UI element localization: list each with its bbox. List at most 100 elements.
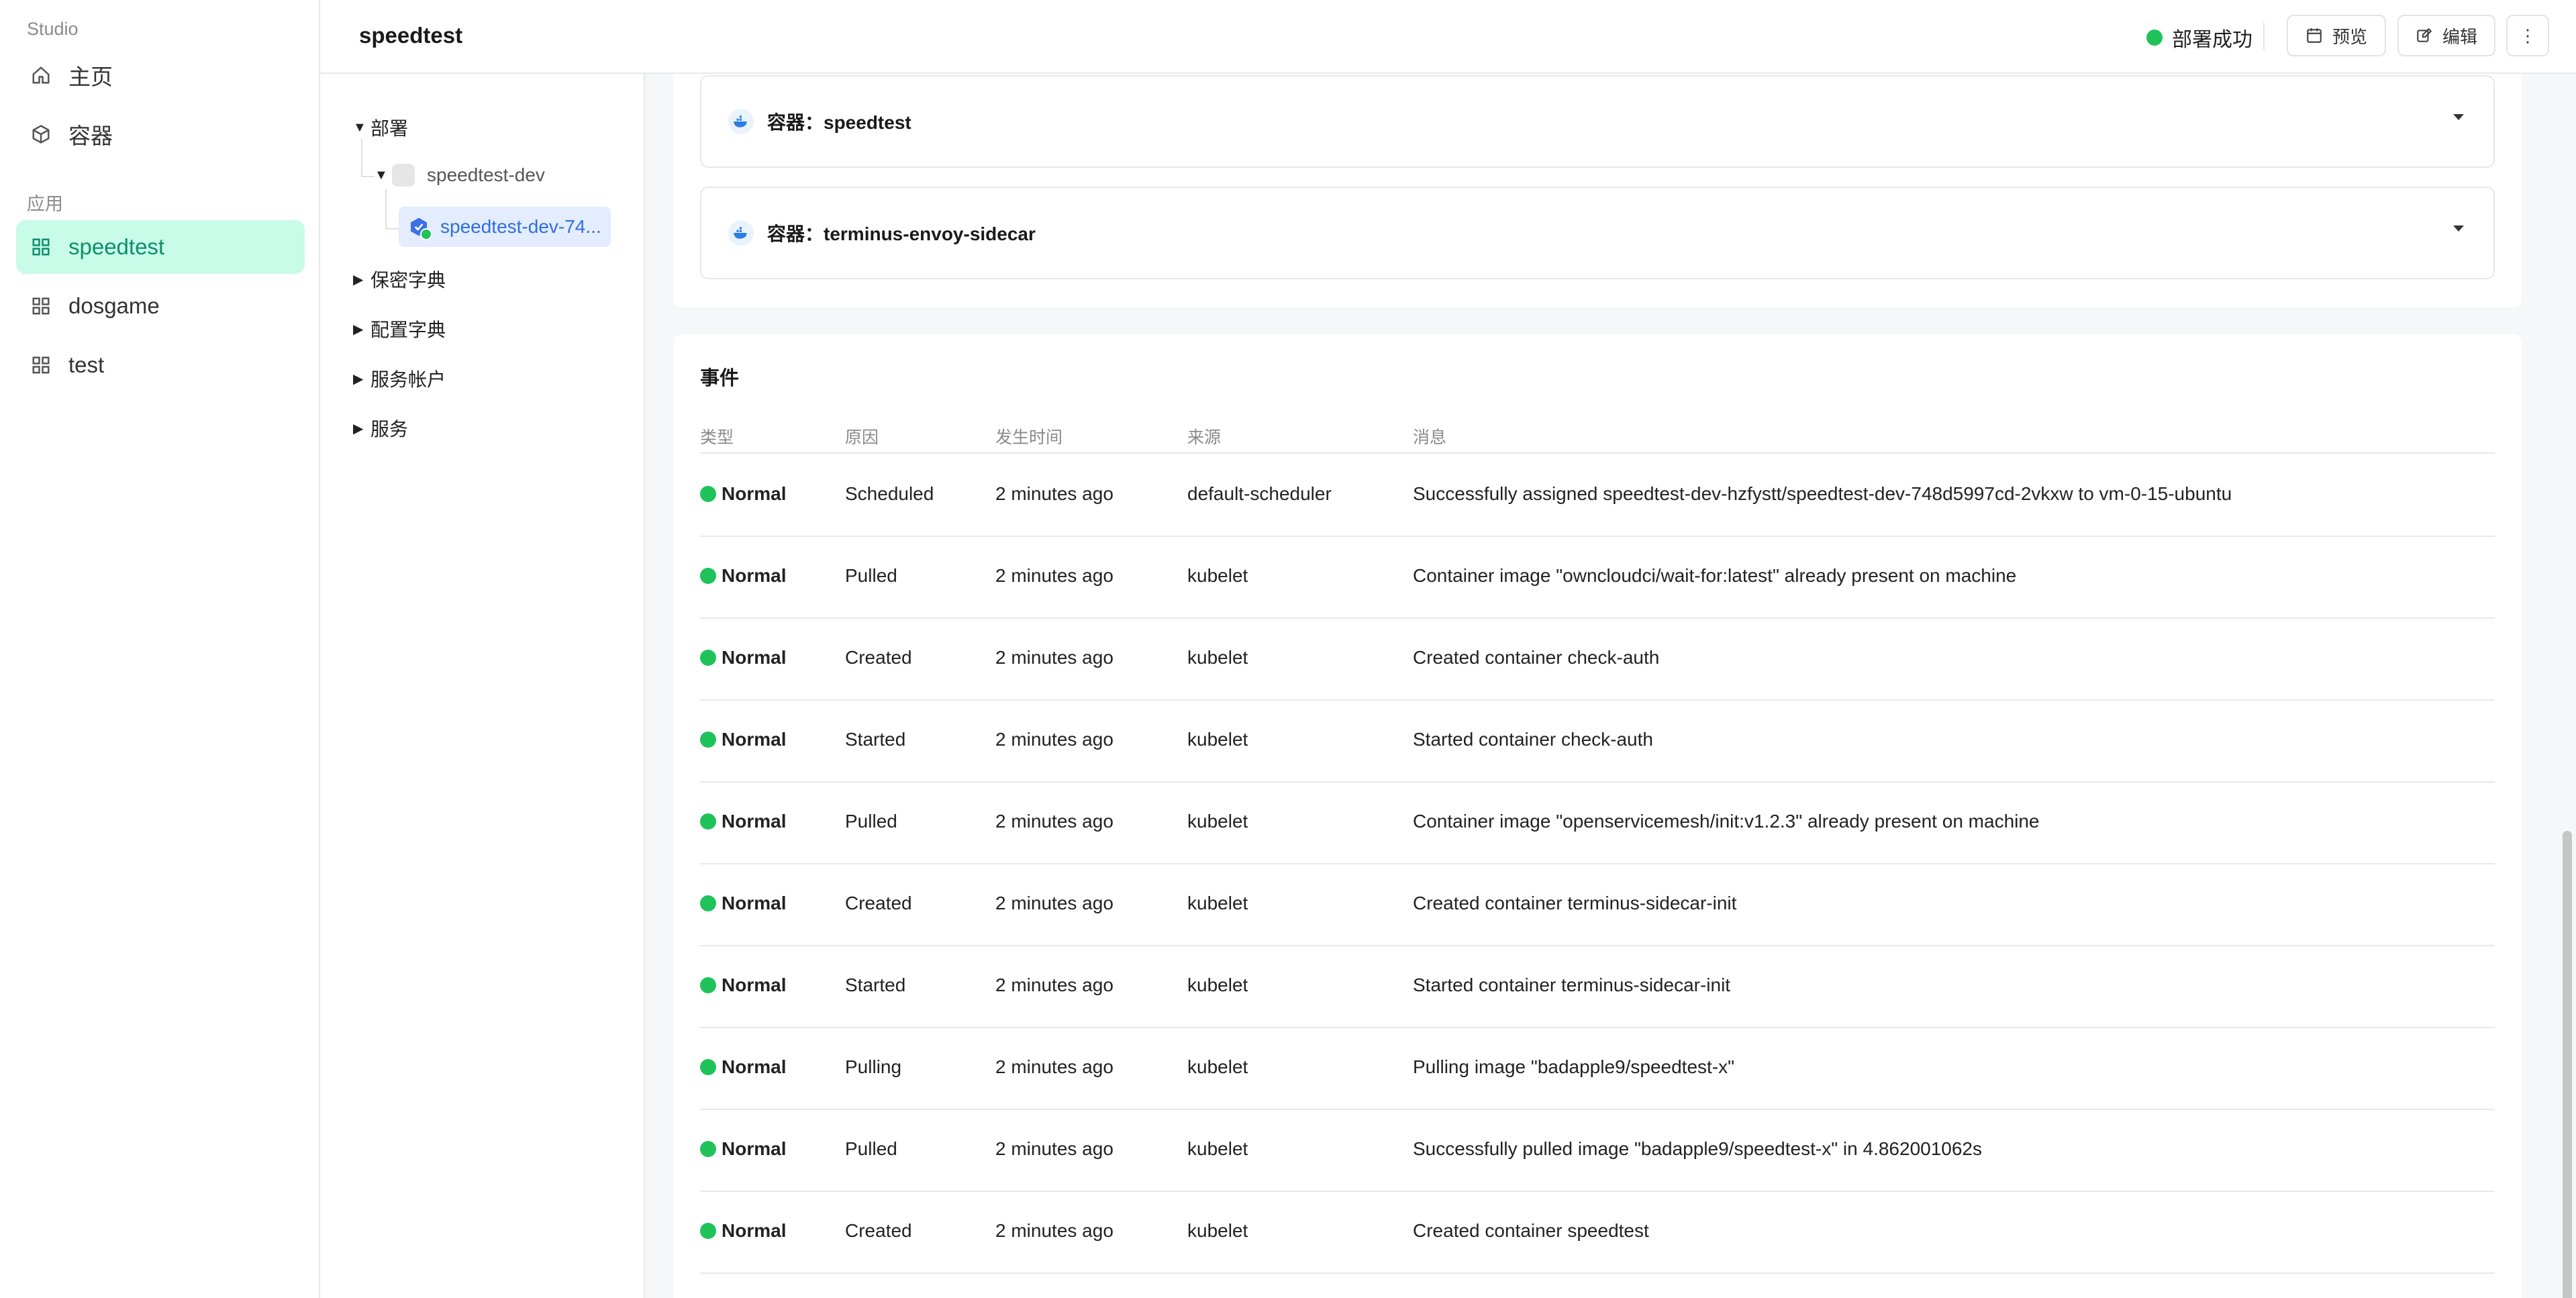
docker-icon	[728, 220, 754, 246]
table-row: Normal Pulled 2 minutes ago kubelet Containe…	[700, 536, 2495, 619]
grid-icon	[31, 355, 51, 375]
event-message: Created container check-auth	[1413, 647, 1660, 668]
edit-label: 编辑	[2442, 26, 2477, 47]
grid-icon	[31, 237, 51, 257]
tree-guide-line	[385, 228, 399, 230]
nav-item-label: 容器	[68, 123, 113, 148]
status-text: 部署成功	[2172, 29, 2252, 51]
grid-icon	[31, 296, 51, 316]
nav-item-containers[interactable]: 容器	[16, 107, 305, 161]
table-row: Normal Pulling 2 minutes ago kubelet Pulling…	[700, 1027, 2495, 1110]
tree-node-label: speedtest-dev	[427, 164, 545, 185]
apps-section-label: 应用	[27, 194, 63, 214]
tree-node-secrets[interactable]: ▶ 保密字典	[353, 266, 446, 293]
deploy-status: 部署成功	[2146, 23, 2252, 52]
event-time: 2 minutes ago	[995, 1138, 1113, 1159]
column-header-source: 来源	[1187, 428, 1222, 447]
preview-button[interactable]: 预览	[2287, 15, 2386, 56]
tree-node-configmaps[interactable]: ▶ 配置字典	[353, 315, 446, 342]
calendar-icon	[2307, 28, 2322, 43]
deployment-icon	[392, 164, 415, 187]
event-source: kubelet	[1187, 893, 1248, 913]
event-time: 2 minutes ago	[995, 565, 1113, 586]
table-row: Normal Started 2 minutes ago kubelet Started…	[700, 699, 2495, 783]
containers-card: 容器：speedtest 容器：terminus-envoy-sidecar	[673, 74, 2522, 307]
tree-node-services[interactable]: ▶ 服务	[353, 415, 408, 442]
event-time: 2 minutes ago	[995, 1220, 1113, 1241]
chevron-down-icon[interactable]	[2453, 226, 2464, 232]
event-type-label: Normal	[722, 975, 787, 995]
app-item-dosgame[interactable]: dosgame	[16, 279, 305, 333]
chevron-down-icon[interactable]	[2453, 114, 2464, 120]
event-source: kubelet	[1187, 729, 1248, 750]
event-type-label: Normal	[722, 647, 787, 668]
table-row: Normal Started 2 minutes ago kubelet Started…	[700, 945, 2495, 1028]
tree-guide-line	[385, 189, 387, 228]
app-item-speedtest[interactable]: speedtest	[16, 220, 305, 274]
table-row: Normal Scheduled 2 minutes ago default-sche…	[700, 454, 2495, 537]
tree-node-pod[interactable]: speedtest-dev-74...	[399, 207, 611, 247]
event-message: Started container check-auth	[1413, 729, 1653, 750]
event-time: 2 minutes ago	[995, 811, 1113, 832]
events-title: 事件	[700, 368, 740, 389]
nav-item-home[interactable]: 主页	[16, 48, 305, 102]
table-row: Normal Pulled 2 minutes ago kubelet Successf…	[700, 1109, 2495, 1192]
event-reason: Pulled	[845, 811, 897, 832]
event-source: kubelet	[1187, 647, 1248, 668]
column-header-reason: 原因	[845, 428, 879, 447]
table-row: Normal Created 2 minutes ago kubelet Created…	[700, 617, 2495, 701]
scrollbar-thumb[interactable]	[2563, 831, 2572, 1298]
event-time: 2 minutes ago	[995, 893, 1113, 913]
container-row-speedtest[interactable]: 容器：speedtest	[700, 75, 2495, 168]
edit-button[interactable]: 编辑	[2397, 15, 2495, 56]
pod-status-dot	[420, 228, 432, 240]
event-reason: Pulling	[845, 1056, 902, 1077]
tree-node-label: 服务	[370, 419, 409, 440]
events-table-header: 类型 原因 发生时间 来源 消息	[700, 424, 2495, 454]
event-source: kubelet	[1187, 975, 1248, 995]
status-dot-icon	[700, 1141, 716, 1157]
event-message: Container image "openservicemesh/init:v1…	[1413, 811, 2040, 832]
event-source: default-scheduler	[1187, 483, 1332, 504]
status-dot-icon	[700, 486, 716, 502]
pod-icon	[408, 216, 432, 240]
caret-down-icon: ▼	[375, 167, 388, 183]
event-type-label: Normal	[722, 483, 787, 504]
event-reason: Created	[845, 647, 912, 668]
event-type-label: Normal	[722, 729, 787, 750]
status-dot-icon	[700, 568, 716, 584]
brand-label: Studio	[27, 19, 79, 39]
more-button[interactable]: ⋮	[2506, 15, 2549, 56]
status-dot-icon	[2146, 30, 2163, 46]
event-type-label: Normal	[722, 1056, 787, 1077]
app-item-label: dosgame	[68, 293, 160, 318]
event-type-label: Normal	[722, 811, 787, 832]
event-source: kubelet	[1187, 1056, 1248, 1077]
event-time: 2 minutes ago	[995, 647, 1113, 668]
tree-node-label: speedtest-dev-74...	[440, 216, 601, 237]
event-message: Started container terminus-sidecar-init	[1413, 975, 1731, 995]
event-type-label: Normal	[722, 1138, 787, 1159]
tree-node-label: 服务帐户	[370, 369, 446, 390]
caret-right-icon: ▶	[353, 272, 364, 287]
status-dot-icon	[700, 1059, 716, 1075]
tree-node-label: 配置字典	[370, 319, 446, 340]
tree-node-service-accounts[interactable]: ▶ 服务帐户	[353, 365, 446, 392]
tree-guide-line	[361, 138, 362, 176]
event-time: 2 minutes ago	[995, 729, 1113, 750]
event-type: Normal	[700, 893, 786, 914]
app-item-test[interactable]: test	[16, 338, 305, 392]
tree-node-label: 保密字典	[370, 270, 446, 291]
tree-node-deploy[interactable]: ▼ 部署	[353, 114, 408, 141]
more-vertical-icon: ⋮	[2519, 25, 2536, 46]
tree-guide-line	[361, 176, 375, 177]
event-type: Normal	[700, 565, 786, 587]
container-row-sidecar[interactable]: 容器：terminus-envoy-sidecar	[700, 187, 2495, 279]
tree-node-label: 部署	[370, 118, 409, 139]
tree-node-deployment[interactable]: ▼ speedtest-dev	[375, 164, 545, 187]
event-type: Normal	[700, 1220, 786, 1242]
event-type: Normal	[700, 975, 786, 996]
event-type: Normal	[700, 483, 786, 505]
event-type: Normal	[700, 811, 786, 832]
event-time: 2 minutes ago	[995, 1056, 1113, 1077]
